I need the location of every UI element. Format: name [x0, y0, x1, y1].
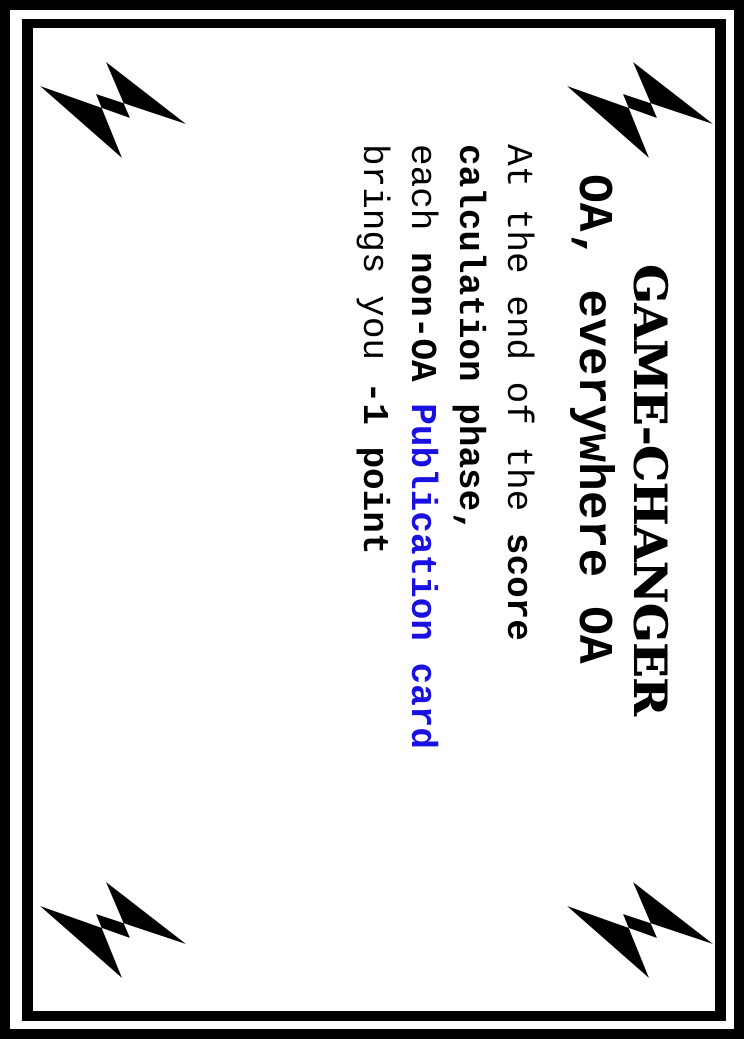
lightning-bolt-icon: [38, 60, 188, 160]
rules-line: each non-OA Publication card: [397, 144, 445, 904]
card-name: OA, everywhere OA: [565, 174, 619, 664]
rules-keyword-non-oa: non-OA: [401, 252, 442, 382]
rules-line: At the end of the score: [493, 144, 541, 904]
rules-keyword-publication-card: Publication card: [401, 403, 442, 749]
rules-space: [401, 382, 442, 404]
rules-keyword-phase: calculation phase,: [449, 144, 490, 533]
rules-text: At the end of the: [497, 144, 538, 533]
card-rules-text: At the end of the score calculation phas…: [349, 144, 541, 904]
rules-line: calculation phase,: [445, 144, 493, 904]
rules-keyword-point: -1 point: [353, 381, 394, 555]
rules-text: brings you: [353, 144, 394, 382]
rules-keyword-score: score: [497, 532, 538, 641]
card-type-title: GAME-CHANGER: [623, 264, 677, 716]
lightning-bolt-icon: [38, 880, 188, 980]
card-text-block: GAME-CHANGER OA, everywhere OA At the en…: [239, 144, 679, 904]
game-card[interactable]: GAME-CHANGER OA, everywhere OA At the en…: [33, 28, 715, 1011]
rules-line: brings you -1 point: [349, 144, 397, 904]
rules-text: each: [401, 144, 442, 253]
